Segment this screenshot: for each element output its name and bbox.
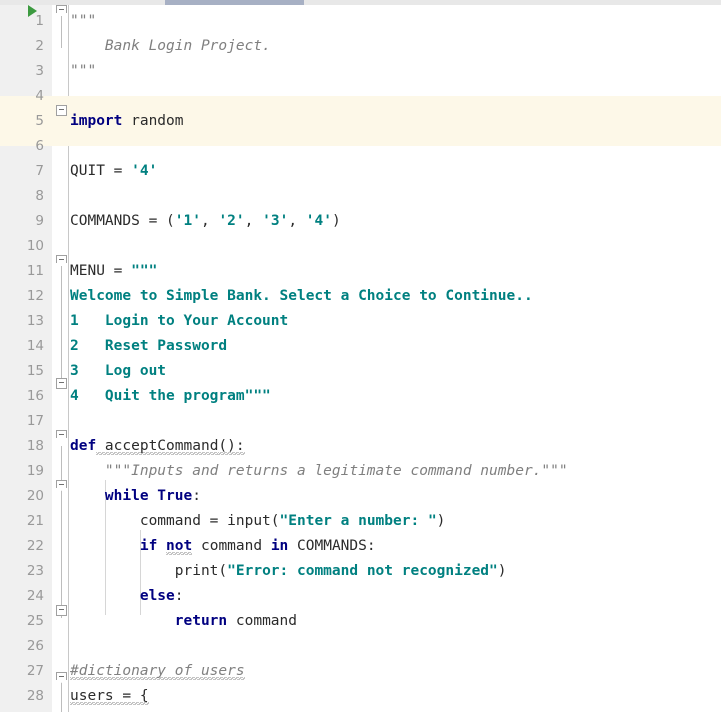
- code-text[interactable]: 'chief': {: [70, 696, 192, 712]
- code-line-row[interactable]: 29 'chief': {: [0, 696, 721, 712]
- code-editor[interactable]: 1 """ 2 Bank Login Project. 3 """ 4 5 im…: [0, 0, 721, 712]
- line-number: 29: [0, 696, 44, 712]
